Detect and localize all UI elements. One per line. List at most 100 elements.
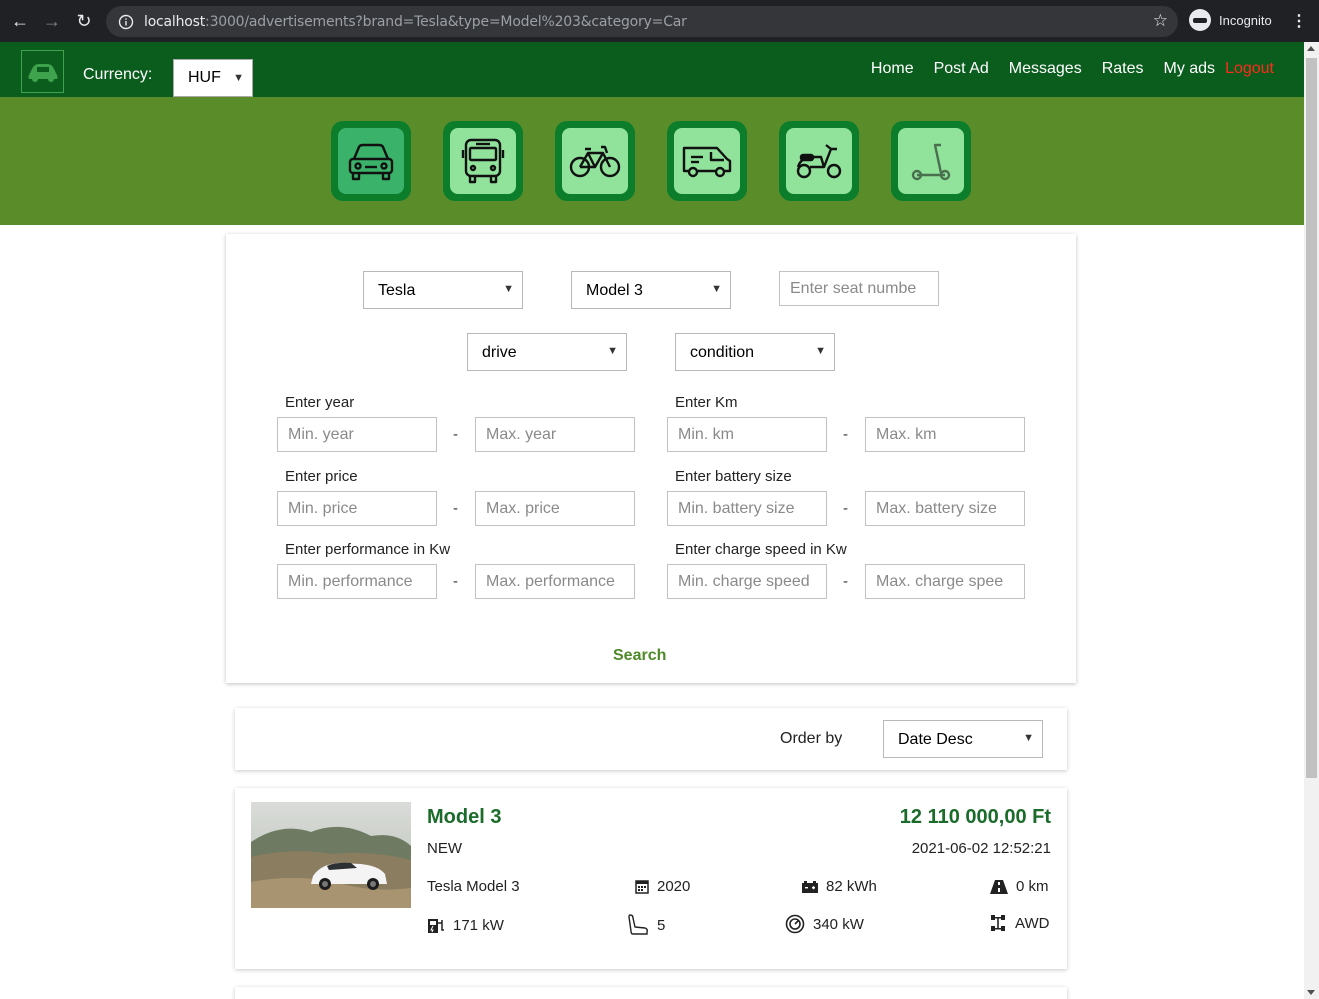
ad-year: 2020 bbox=[635, 878, 690, 895]
incognito-badge[interactable]: Incognito bbox=[1189, 9, 1272, 31]
scroll-down-arrow-icon[interactable] bbox=[1307, 990, 1315, 995]
top-navbar: Currency: HUF ▼ Home Post Ad Messages Ra… bbox=[0, 42, 1304, 97]
bookmark-star-icon[interactable]: ☆ bbox=[1153, 11, 1168, 31]
reload-icon[interactable]: ↻ bbox=[69, 6, 99, 36]
year-label: Enter year bbox=[285, 394, 355, 411]
seat-number-input[interactable]: Enter seat numbe bbox=[779, 271, 939, 306]
category-car[interactable] bbox=[331, 121, 411, 201]
chevron-down-icon: ▼ bbox=[607, 345, 618, 357]
ad-seats: 5 bbox=[627, 914, 665, 936]
ad-photo[interactable] bbox=[251, 802, 411, 908]
order-by-label: Order by bbox=[780, 730, 843, 747]
min-charge-input[interactable]: Min. charge speed bbox=[667, 564, 827, 599]
performance-label: Enter performance in Kw bbox=[285, 541, 451, 558]
category-scooter[interactable] bbox=[779, 121, 859, 201]
currency-label: Currency: bbox=[83, 66, 153, 83]
page-scrollbar[interactable] bbox=[1304, 42, 1319, 999]
seat-icon bbox=[628, 914, 648, 935]
kick-scooter-icon bbox=[911, 143, 951, 181]
drive-value: drive bbox=[482, 344, 517, 361]
url-path: :3000/advertisements?brand=Tesla&type=Mo… bbox=[205, 13, 687, 30]
model-select[interactable]: Model 3 ▼ bbox=[571, 271, 731, 309]
brand-select[interactable]: Tesla ▼ bbox=[363, 271, 523, 309]
drive-select[interactable]: drive ▼ bbox=[467, 333, 627, 371]
km-label: Enter Km bbox=[675, 394, 738, 411]
category-bus[interactable] bbox=[443, 121, 523, 201]
filter-panel: Tesla ▼ Model 3 ▼ Enter seat numbe drive… bbox=[226, 234, 1076, 683]
battery-icon bbox=[802, 880, 818, 893]
ad-km: 0 km bbox=[990, 878, 1049, 895]
address-bar[interactable]: localhost:3000/advertisements?brand=Tesl… bbox=[106, 6, 1178, 37]
range-dash: - bbox=[843, 426, 848, 443]
nav-rates[interactable]: Rates bbox=[1102, 60, 1144, 78]
scooter-icon bbox=[796, 144, 842, 179]
logo-car-icon[interactable] bbox=[21, 50, 64, 93]
max-charge-input[interactable]: Max. charge spee bbox=[865, 564, 1025, 599]
scroll-up-arrow-icon[interactable] bbox=[1307, 46, 1315, 51]
chevron-down-icon: ▼ bbox=[711, 283, 722, 295]
scroll-thumb[interactable] bbox=[1306, 58, 1317, 778]
ad-performance: 340 kW bbox=[785, 914, 864, 934]
chevron-down-icon: ▼ bbox=[1023, 732, 1034, 744]
currency-select[interactable]: HUF ▼ bbox=[173, 59, 253, 97]
category-kick-scooter[interactable] bbox=[891, 121, 971, 201]
order-panel: Order by Date Desc ▼ bbox=[235, 708, 1067, 770]
range-dash: - bbox=[843, 573, 848, 590]
category-bicycle[interactable] bbox=[555, 121, 635, 201]
chevron-down-icon: ▼ bbox=[815, 345, 826, 357]
max-performance-input[interactable]: Max. performance bbox=[475, 564, 635, 599]
min-year-input[interactable]: Min. year bbox=[277, 417, 437, 452]
min-price-input[interactable]: Min. price bbox=[277, 491, 437, 526]
range-dash: - bbox=[453, 573, 458, 590]
calendar-icon bbox=[635, 880, 649, 894]
ad-card[interactable]: Model 3 12 110 000,00 Ft NEW 2021-06-02 … bbox=[235, 788, 1067, 969]
search-button[interactable]: Search bbox=[613, 647, 666, 665]
nav-home[interactable]: Home bbox=[871, 60, 914, 78]
back-icon[interactable]: ← bbox=[5, 6, 35, 36]
browser-menu-icon[interactable]: ⋮ bbox=[1291, 11, 1307, 31]
nav-my-ads[interactable]: My ads bbox=[1163, 60, 1215, 78]
currency-value: HUF bbox=[188, 69, 221, 86]
range-dash: - bbox=[453, 426, 458, 443]
battery-label: Enter battery size bbox=[675, 468, 792, 485]
url-host: localhost bbox=[144, 13, 206, 30]
min-performance-input[interactable]: Min. performance bbox=[277, 564, 437, 599]
max-year-input[interactable]: Max. year bbox=[475, 417, 635, 452]
category-van[interactable] bbox=[667, 121, 747, 201]
charge-speed-label: Enter charge speed in Kw bbox=[675, 541, 847, 558]
max-battery-input[interactable]: Max. battery size bbox=[865, 491, 1025, 526]
min-km-input[interactable]: Min. km bbox=[667, 417, 827, 452]
incognito-label: Incognito bbox=[1219, 12, 1272, 28]
info-icon[interactable] bbox=[118, 14, 134, 30]
ad-drive: AWD bbox=[989, 914, 1049, 932]
max-km-input[interactable]: Max. km bbox=[865, 417, 1025, 452]
chevron-down-icon: ▼ bbox=[233, 72, 244, 84]
ad-price: 12 110 000,00 Ft bbox=[899, 806, 1051, 828]
nav-post-ad[interactable]: Post Ad bbox=[934, 60, 989, 78]
order-select[interactable]: Date Desc ▼ bbox=[883, 720, 1043, 758]
charging-station-icon bbox=[428, 918, 444, 933]
min-battery-input[interactable]: Min. battery size bbox=[667, 491, 827, 526]
engine-gauge-icon bbox=[785, 914, 805, 934]
browser-toolbar: ← → ↻ localhost:3000/advertisements?bran… bbox=[0, 0, 1319, 42]
condition-select[interactable]: condition ▼ bbox=[675, 333, 835, 371]
model-value: Model 3 bbox=[586, 282, 643, 299]
chevron-down-icon: ▼ bbox=[503, 283, 514, 295]
max-price-input[interactable]: Max. price bbox=[475, 491, 635, 526]
car-icon bbox=[348, 143, 394, 181]
price-label: Enter price bbox=[285, 468, 358, 485]
nav-logout[interactable]: Logout bbox=[1225, 60, 1274, 78]
drivetrain-icon bbox=[991, 915, 1005, 931]
incognito-icon bbox=[1189, 9, 1211, 31]
order-value: Date Desc bbox=[898, 731, 973, 748]
condition-value: condition bbox=[690, 344, 755, 361]
nav-messages[interactable]: Messages bbox=[1009, 60, 1082, 78]
ad-title[interactable]: Model 3 bbox=[427, 806, 501, 829]
ad-card-next[interactable] bbox=[235, 987, 1067, 999]
bus-icon bbox=[461, 138, 505, 184]
ad-condition: NEW bbox=[427, 840, 462, 857]
category-bar bbox=[0, 97, 1304, 225]
forward-icon[interactable]: → bbox=[37, 6, 67, 36]
url-text: localhost:3000/advertisements?brand=Tesl… bbox=[144, 14, 687, 30]
road-icon bbox=[990, 879, 1008, 894]
